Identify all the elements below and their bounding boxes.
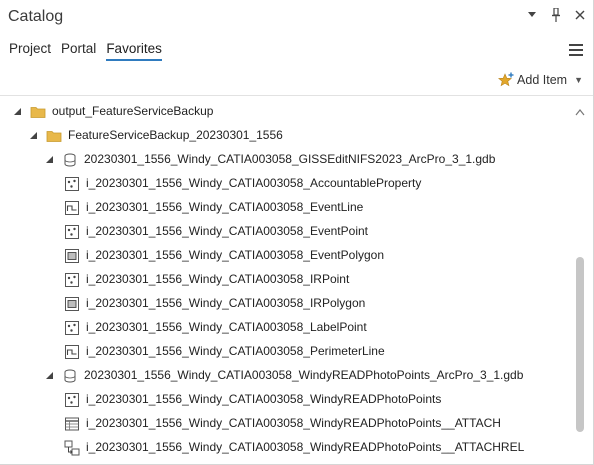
table-icon — [64, 416, 80, 432]
point-feature-class-icon — [64, 176, 80, 192]
pane-window-controls — [525, 7, 587, 23]
geodatabase-icon — [62, 152, 78, 168]
add-item-label: Add Item — [517, 73, 568, 87]
tree-row[interactable]: i_20230301_1556_Windy_CATIA003058_WindyR… — [0, 436, 570, 460]
collapse-arrow-icon[interactable] — [44, 154, 54, 164]
polygon-feature-class-icon — [64, 296, 80, 312]
tab-project[interactable]: Project — [9, 41, 51, 61]
menu-icon[interactable] — [569, 44, 583, 56]
catalog-tree: output_FeatureServiceBackup FeatureServic… — [0, 100, 570, 465]
point-feature-class-icon — [64, 320, 80, 336]
add-item-dropdown-icon[interactable]: ▼ — [574, 75, 583, 85]
tree-row[interactable]: 20230301_1556_Windy_CATIA003058_WindyREA… — [0, 364, 570, 388]
tree-row[interactable]: i_20230301_1556_Windy_CATIA003058_IRPoly… — [0, 292, 570, 316]
tree-row[interactable]: i_20230301_1556_Windy_CATIA003058_EventP… — [0, 220, 570, 244]
line-feature-class-icon — [64, 344, 80, 360]
tab-favorites[interactable]: Favorites — [106, 41, 162, 61]
tree-item-label: 20230301_1556_Windy_CATIA003058_GISSEdit… — [84, 152, 496, 166]
tree-item-label: i_20230301_1556_Windy_CATIA003058_EventP… — [86, 248, 385, 262]
catalog-tabs: Project Portal Favorites — [9, 41, 162, 61]
tree-row[interactable]: i_20230301_1556_Windy_CATIA003058_LabelP… — [0, 316, 570, 340]
tree-row[interactable]: i_20230301_1556_Windy_CATIA003058_WindyR… — [0, 412, 570, 436]
tree-item-label: i_20230301_1556_Windy_CATIA003058_WindyR… — [86, 392, 442, 406]
tree-item-label: i_20230301_1556_Windy_CATIA003058_EventP… — [86, 224, 368, 238]
tree-item-label: 20230301_1556_Windy_CATIA003058_WindyREA… — [84, 368, 524, 382]
point-feature-class-icon — [64, 272, 80, 288]
tree-row[interactable]: i_20230301_1556_Windy_CATIA003058_EventP… — [0, 244, 570, 268]
toolbar-divider — [0, 95, 593, 96]
collapse-arrow-icon[interactable] — [12, 106, 22, 116]
add-item-star-icon — [498, 72, 514, 87]
tree-item-label: i_20230301_1556_Windy_CATIA003058_IRPoly… — [86, 296, 366, 310]
tree-row[interactable]: FeatureServiceBackup_20230301_1556 — [0, 124, 570, 148]
pane-options-dropdown-icon[interactable] — [525, 7, 539, 23]
tree-row[interactable]: i_20230301_1556_Windy_CATIA003058_EventL… — [0, 196, 570, 220]
tree-item-label: i_20230301_1556_Windy_CATIA003058_LabelP… — [86, 320, 367, 334]
tree-item-label: i_20230301_1556_Windy_CATIA003058_WindyR… — [86, 440, 525, 454]
pane-title: Catalog — [8, 8, 64, 25]
collapse-arrow-icon[interactable] — [28, 130, 38, 140]
tree-item-label: i_20230301_1556_Windy_CATIA003058_Perime… — [86, 344, 385, 358]
tree-row[interactable]: i_20230301_1556_Windy_CATIA003058_IRPoin… — [0, 268, 570, 292]
tree-item-label: i_20230301_1556_Windy_CATIA003058_IRPoin… — [86, 272, 350, 286]
geodatabase-icon — [62, 368, 78, 384]
close-icon[interactable] — [573, 7, 587, 23]
folder-icon — [30, 104, 46, 120]
tree-item-label: FeatureServiceBackup_20230301_1556 — [68, 128, 283, 142]
collapse-arrow-icon[interactable] — [44, 370, 54, 380]
tree-row[interactable]: i_20230301_1556_Windy_CATIA003058_Accoun… — [0, 172, 570, 196]
point-feature-class-icon — [64, 392, 80, 408]
scrollbar-thumb[interactable] — [576, 257, 584, 432]
tree-item-label: i_20230301_1556_Windy_CATIA003058_Accoun… — [86, 176, 422, 190]
tree-row[interactable]: i_20230301_1556_Windy_CATIA003058_Perime… — [0, 340, 570, 364]
tab-portal[interactable]: Portal — [61, 41, 96, 61]
tree-item-label: i_20230301_1556_Windy_CATIA003058_EventL… — [86, 200, 364, 214]
polygon-feature-class-icon — [64, 248, 80, 264]
tree-item-label: i_20230301_1556_Windy_CATIA003058_WindyR… — [86, 416, 501, 430]
line-feature-class-icon — [64, 200, 80, 216]
folder-icon — [46, 128, 62, 144]
tree-item-label: output_FeatureServiceBackup — [52, 104, 214, 118]
tree-row[interactable]: output_FeatureServiceBackup — [0, 100, 570, 124]
relationship-class-icon — [64, 440, 80, 456]
pin-icon[interactable] — [549, 7, 563, 23]
catalog-pane: Catalog Project Portal Favorites Add Ite… — [0, 0, 594, 465]
tree-row[interactable]: 20230301_1556_Windy_CATIA003058_GISSEdit… — [0, 148, 570, 172]
scroll-up-icon[interactable] — [575, 103, 585, 116]
pane-title-bar: Catalog — [0, 0, 593, 36]
point-feature-class-icon — [64, 224, 80, 240]
tree-row[interactable]: i_20230301_1556_Windy_CATIA003058_WindyR… — [0, 388, 570, 412]
add-item-button[interactable]: Add Item ▼ — [498, 72, 583, 88]
vertical-scrollbar[interactable] — [574, 99, 586, 464]
